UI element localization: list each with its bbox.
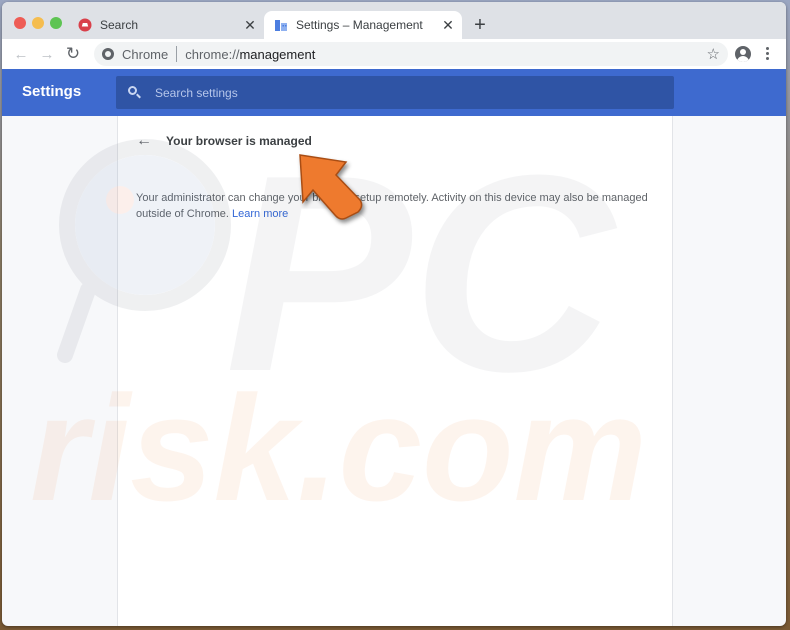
- tab-title: Settings – Management: [296, 18, 423, 32]
- tab-settings-management[interactable]: Settings – Management ✕: [264, 11, 462, 39]
- kebab-menu-icon[interactable]: [764, 46, 770, 62]
- learn-more-link[interactable]: Learn more: [232, 208, 288, 220]
- maximize-window-button[interactable]: [50, 17, 62, 29]
- settings-header: Settings: [2, 69, 786, 116]
- search-icon: [128, 86, 141, 99]
- settings-favicon-icon: [275, 20, 287, 31]
- management-description: Your administrator can change your brows…: [136, 190, 656, 222]
- avatar-head: [740, 49, 746, 55]
- search-settings-input[interactable]: [155, 85, 635, 100]
- settings-search-box[interactable]: [116, 76, 674, 109]
- forward-button[interactable]: →: [36, 43, 58, 65]
- back-button[interactable]: ←: [10, 43, 32, 65]
- description-text: Your administrator can change your brows…: [136, 192, 648, 220]
- page-header: ← Your browser is managed: [136, 132, 312, 150]
- reload-button[interactable]: ↻: [62, 43, 84, 65]
- tab-strip: Search ✕ Settings – Management ✕ +: [2, 2, 786, 39]
- settings-title: Settings: [22, 83, 82, 100]
- back-arrow-icon[interactable]: ←: [136, 132, 152, 150]
- omnibox-divider: [176, 46, 178, 62]
- page-title: Your browser is managed: [166, 134, 312, 148]
- url-host: management: [239, 46, 316, 62]
- avatar-body: [737, 56, 749, 62]
- tab-close-icon[interactable]: ✕: [242, 17, 258, 34]
- minimize-window-button[interactable]: [32, 17, 44, 29]
- management-page: ← Your browser is managed Your administr…: [117, 116, 673, 626]
- tab-search[interactable]: Search ✕: [68, 11, 264, 39]
- search-favicon-icon: [78, 18, 92, 32]
- bookmark-star-icon[interactable]: ☆: [707, 45, 720, 63]
- new-tab-button[interactable]: +: [470, 14, 490, 36]
- tab-close-icon[interactable]: ✕: [440, 17, 456, 34]
- browser-toolbar: ← → ↻ Chrome chrome:// management ☆: [2, 39, 786, 69]
- browser-window: Search ✕ Settings – Management ✕ + ← → ↻…: [2, 2, 786, 626]
- tab-title: Search: [100, 18, 139, 32]
- chrome-page-icon: [102, 48, 114, 60]
- url-scheme: chrome://: [185, 46, 240, 62]
- close-window-button[interactable]: [14, 17, 26, 29]
- site-chip: Chrome: [122, 46, 169, 62]
- address-bar[interactable]: Chrome chrome:// management ☆: [94, 42, 728, 66]
- profile-avatar-icon[interactable]: [735, 46, 751, 62]
